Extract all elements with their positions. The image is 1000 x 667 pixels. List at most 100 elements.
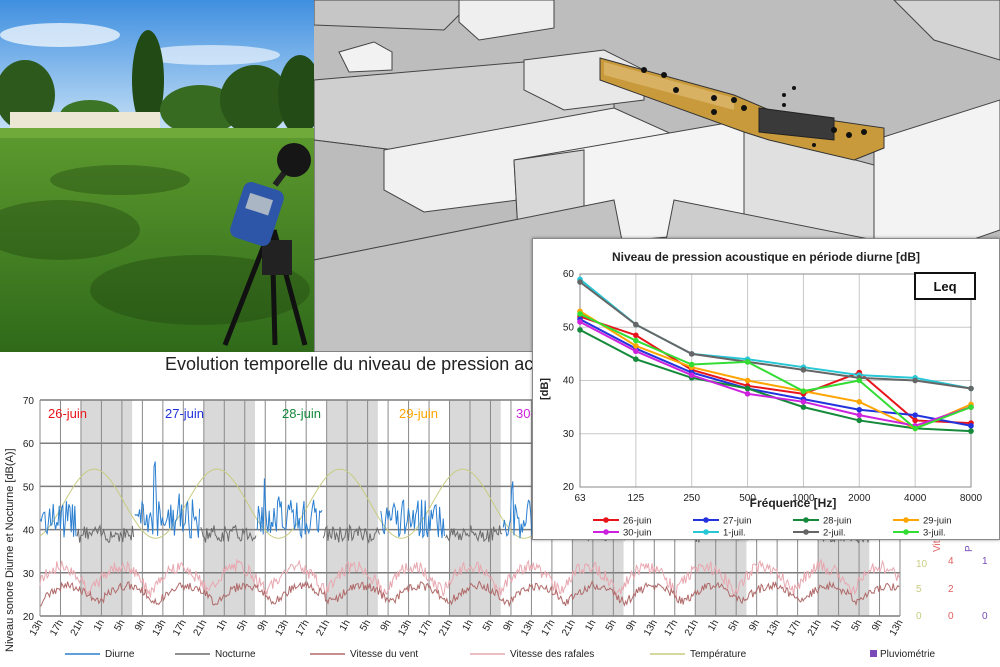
- x-tick-label: 125: [628, 493, 645, 504]
- right-axis-value: 2: [948, 584, 954, 595]
- right-axes: 105042010Vit P: [916, 540, 988, 622]
- time-series-x-ticks: 13h 17h 21h 1h 5h 9h 13h 17h 21h 1h 5h 9h 13h 17h 21h 1…: [28, 618, 906, 638]
- night-band: [80, 400, 133, 616]
- series-point: [912, 412, 918, 418]
- series-line-26-juin: [579, 315, 972, 425]
- x-tick-label: 500: [739, 493, 756, 504]
- legend-label: 28-juin: [823, 516, 852, 527]
- x-tick-label: 5h: [727, 618, 742, 633]
- series-point: [688, 361, 695, 368]
- right-axis-label: P: [964, 545, 975, 552]
- series-point: [577, 279, 583, 285]
- time-series-legend: Diurne Nocturne Vitesse du vent Vitesse des…: [65, 649, 935, 660]
- x-tick-label: 9h: [256, 618, 271, 633]
- x-tick-label: 8000: [960, 493, 983, 504]
- legend-label: 26-juin: [623, 516, 652, 527]
- x-tick-label: 17h: [417, 618, 435, 638]
- x-tick-label: 1h: [215, 618, 230, 633]
- series-point: [856, 399, 863, 405]
- lawn-far: [0, 128, 314, 138]
- y-tick-label: 30: [23, 569, 35, 580]
- series-point: [633, 337, 639, 344]
- right-axis-value: 10: [916, 559, 928, 570]
- y-tick-label: 40: [563, 376, 575, 387]
- frequency-chart-panel: Niveau de pression acoustique en période…: [532, 238, 1000, 540]
- series-point: [800, 388, 807, 394]
- leq-box: Leq: [914, 272, 976, 300]
- x-tick-label: 17h: [171, 618, 189, 638]
- time-series-y-ticks: 20 30 40 50 60 70: [23, 396, 35, 623]
- legend-label: Diurne: [105, 649, 135, 660]
- y-tick-label: 20: [23, 612, 35, 623]
- x-tick-label: 9h: [870, 618, 885, 633]
- y-tick-label: 30: [563, 429, 575, 440]
- building: [10, 112, 160, 130]
- series-point: [744, 385, 751, 392]
- x-tick-label: 13h: [765, 618, 783, 638]
- x-tick-label: 2000: [848, 493, 871, 504]
- series-point: [633, 343, 639, 349]
- leq-annotation: Leq: [933, 279, 956, 294]
- series-point: [800, 399, 807, 405]
- frequency-chart-y-label: [dB]: [539, 378, 551, 400]
- series-point: [633, 348, 639, 355]
- legend-swatch: [870, 650, 877, 657]
- legend-marker: [903, 517, 909, 523]
- legend-marker: [903, 529, 909, 535]
- legend-label: Température: [690, 649, 747, 660]
- series-point: [577, 327, 583, 333]
- legend-label: 30-juin: [623, 528, 652, 539]
- frequency-chart-y-ticks: 20 30 40 50 60: [563, 269, 575, 493]
- series-point: [912, 425, 918, 432]
- x-tick-label: 21h: [69, 618, 87, 638]
- y-tick-label: 40: [23, 526, 35, 537]
- time-series-title: Evolution temporelle du niveau de pressi…: [165, 354, 553, 374]
- x-tick-label: 1000: [792, 493, 815, 504]
- x-tick-label: 13h: [642, 618, 660, 638]
- x-tick-label: 17h: [294, 618, 312, 638]
- right-axis-value: 0: [916, 611, 922, 622]
- legend-label: 27-juin: [723, 516, 752, 527]
- x-tick-label: 9h: [501, 618, 516, 633]
- x-tick-label: 1h: [583, 618, 598, 633]
- x-tick-label: 13h: [151, 618, 169, 638]
- right-axis-value: 0: [982, 611, 988, 622]
- series-point: [912, 417, 918, 424]
- series-point: [856, 417, 863, 424]
- series-point: [688, 372, 695, 378]
- x-tick-label: 5h: [850, 618, 865, 633]
- frequency-chart-svg: Niveau de pression acoustique en période…: [539, 250, 983, 539]
- x-tick-label: 9h: [133, 618, 148, 633]
- x-tick-label: 21h: [192, 618, 210, 638]
- x-tick-label: 17h: [48, 618, 66, 638]
- series-point: [968, 428, 974, 434]
- day-label: 29-juin: [399, 406, 438, 421]
- y-tick-label: 50: [563, 322, 575, 333]
- series-point: [688, 351, 695, 357]
- x-tick-label: 1h: [461, 618, 476, 633]
- x-tick-label: 13h: [273, 618, 291, 638]
- legend-label: 3-juil.: [923, 528, 946, 539]
- x-tick-label: 1h: [829, 618, 844, 633]
- x-tick-label: 1h: [338, 618, 353, 633]
- series-point: [744, 391, 751, 397]
- x-tick-label: 21h: [560, 618, 578, 638]
- series-point: [800, 367, 807, 373]
- day-label: 28-juin: [282, 406, 321, 421]
- x-tick-label: 5h: [481, 618, 496, 633]
- legend-label: 1-juil.: [723, 528, 746, 539]
- field-photo: [0, 0, 314, 352]
- series-line-29-juin: [579, 310, 972, 430]
- series-point: [856, 377, 863, 384]
- x-tick-label: 63: [574, 493, 586, 504]
- day-label: 26-juin: [48, 406, 87, 421]
- legend-marker: [703, 529, 709, 535]
- time-series-y-label: Niveau sonore Diurne et Nocturne [dB(A)]: [4, 448, 16, 652]
- x-tick-label: 21h: [314, 618, 332, 638]
- y-tick-label: 20: [563, 482, 575, 493]
- right-axis-label: Vit: [932, 540, 943, 552]
- series-point: [968, 422, 974, 429]
- legend-marker: [803, 529, 809, 535]
- right-axis-value: 5: [916, 584, 922, 595]
- series-point: [633, 332, 639, 339]
